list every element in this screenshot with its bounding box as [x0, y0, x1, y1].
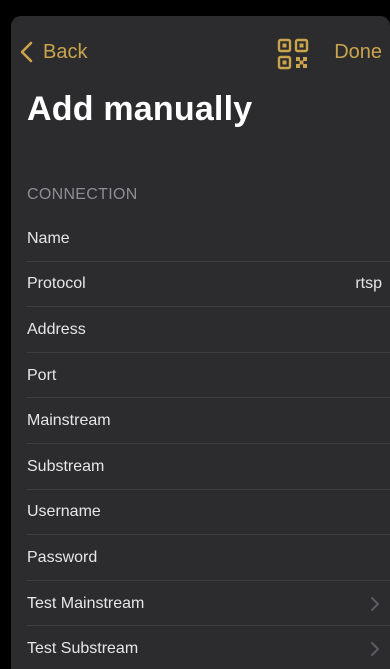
chevron-left-icon — [20, 41, 33, 63]
modal-sheet: Back Done Add manually CONNECTION Name Pr — [11, 16, 390, 669]
list-item-address[interactable]: Address — [11, 307, 390, 353]
row-label: Protocol — [27, 275, 86, 293]
row-label: Name — [27, 229, 70, 247]
list-item-mainstream[interactable]: Mainstream — [11, 398, 390, 444]
done-button[interactable]: Done — [334, 38, 382, 66]
list-item-name[interactable]: Name — [11, 216, 390, 262]
row-label: Username — [27, 503, 101, 521]
connection-list: Name Protocol rtsp Address Port Mainstream Sub… — [11, 216, 390, 669]
list-item-password[interactable]: Password — [11, 535, 390, 581]
row-value: rtsp — [355, 275, 382, 293]
row-label: Password — [27, 548, 98, 566]
list-item-test-substream[interactable]: Test Substream — [11, 626, 390, 669]
row-label: Port — [27, 366, 57, 384]
back-button[interactable]: Back — [19, 38, 87, 66]
row-label: Mainstream — [27, 412, 111, 430]
list-item-test-mainstream[interactable]: Test Mainstream — [11, 581, 390, 627]
page-title: Add manually — [27, 90, 253, 128]
navigation-bar: Back Done — [11, 16, 390, 88]
list-item-port[interactable]: Port — [11, 353, 390, 399]
chevron-right-icon — [371, 596, 379, 611]
list-item-substream[interactable]: Substream — [11, 444, 390, 490]
list-item-protocol[interactable]: Protocol rtsp — [11, 262, 390, 308]
qr-code-icon[interactable] — [277, 38, 309, 70]
section-header-connection: CONNECTION — [27, 186, 138, 203]
row-label: Test Mainstream — [27, 594, 145, 612]
back-label: Back — [43, 41, 88, 63]
row-label: Test Substream — [27, 640, 139, 658]
row-label: Address — [27, 320, 86, 338]
chevron-right-icon — [371, 642, 379, 657]
row-label: Substream — [27, 457, 105, 475]
list-item-username[interactable]: Username — [11, 490, 390, 536]
